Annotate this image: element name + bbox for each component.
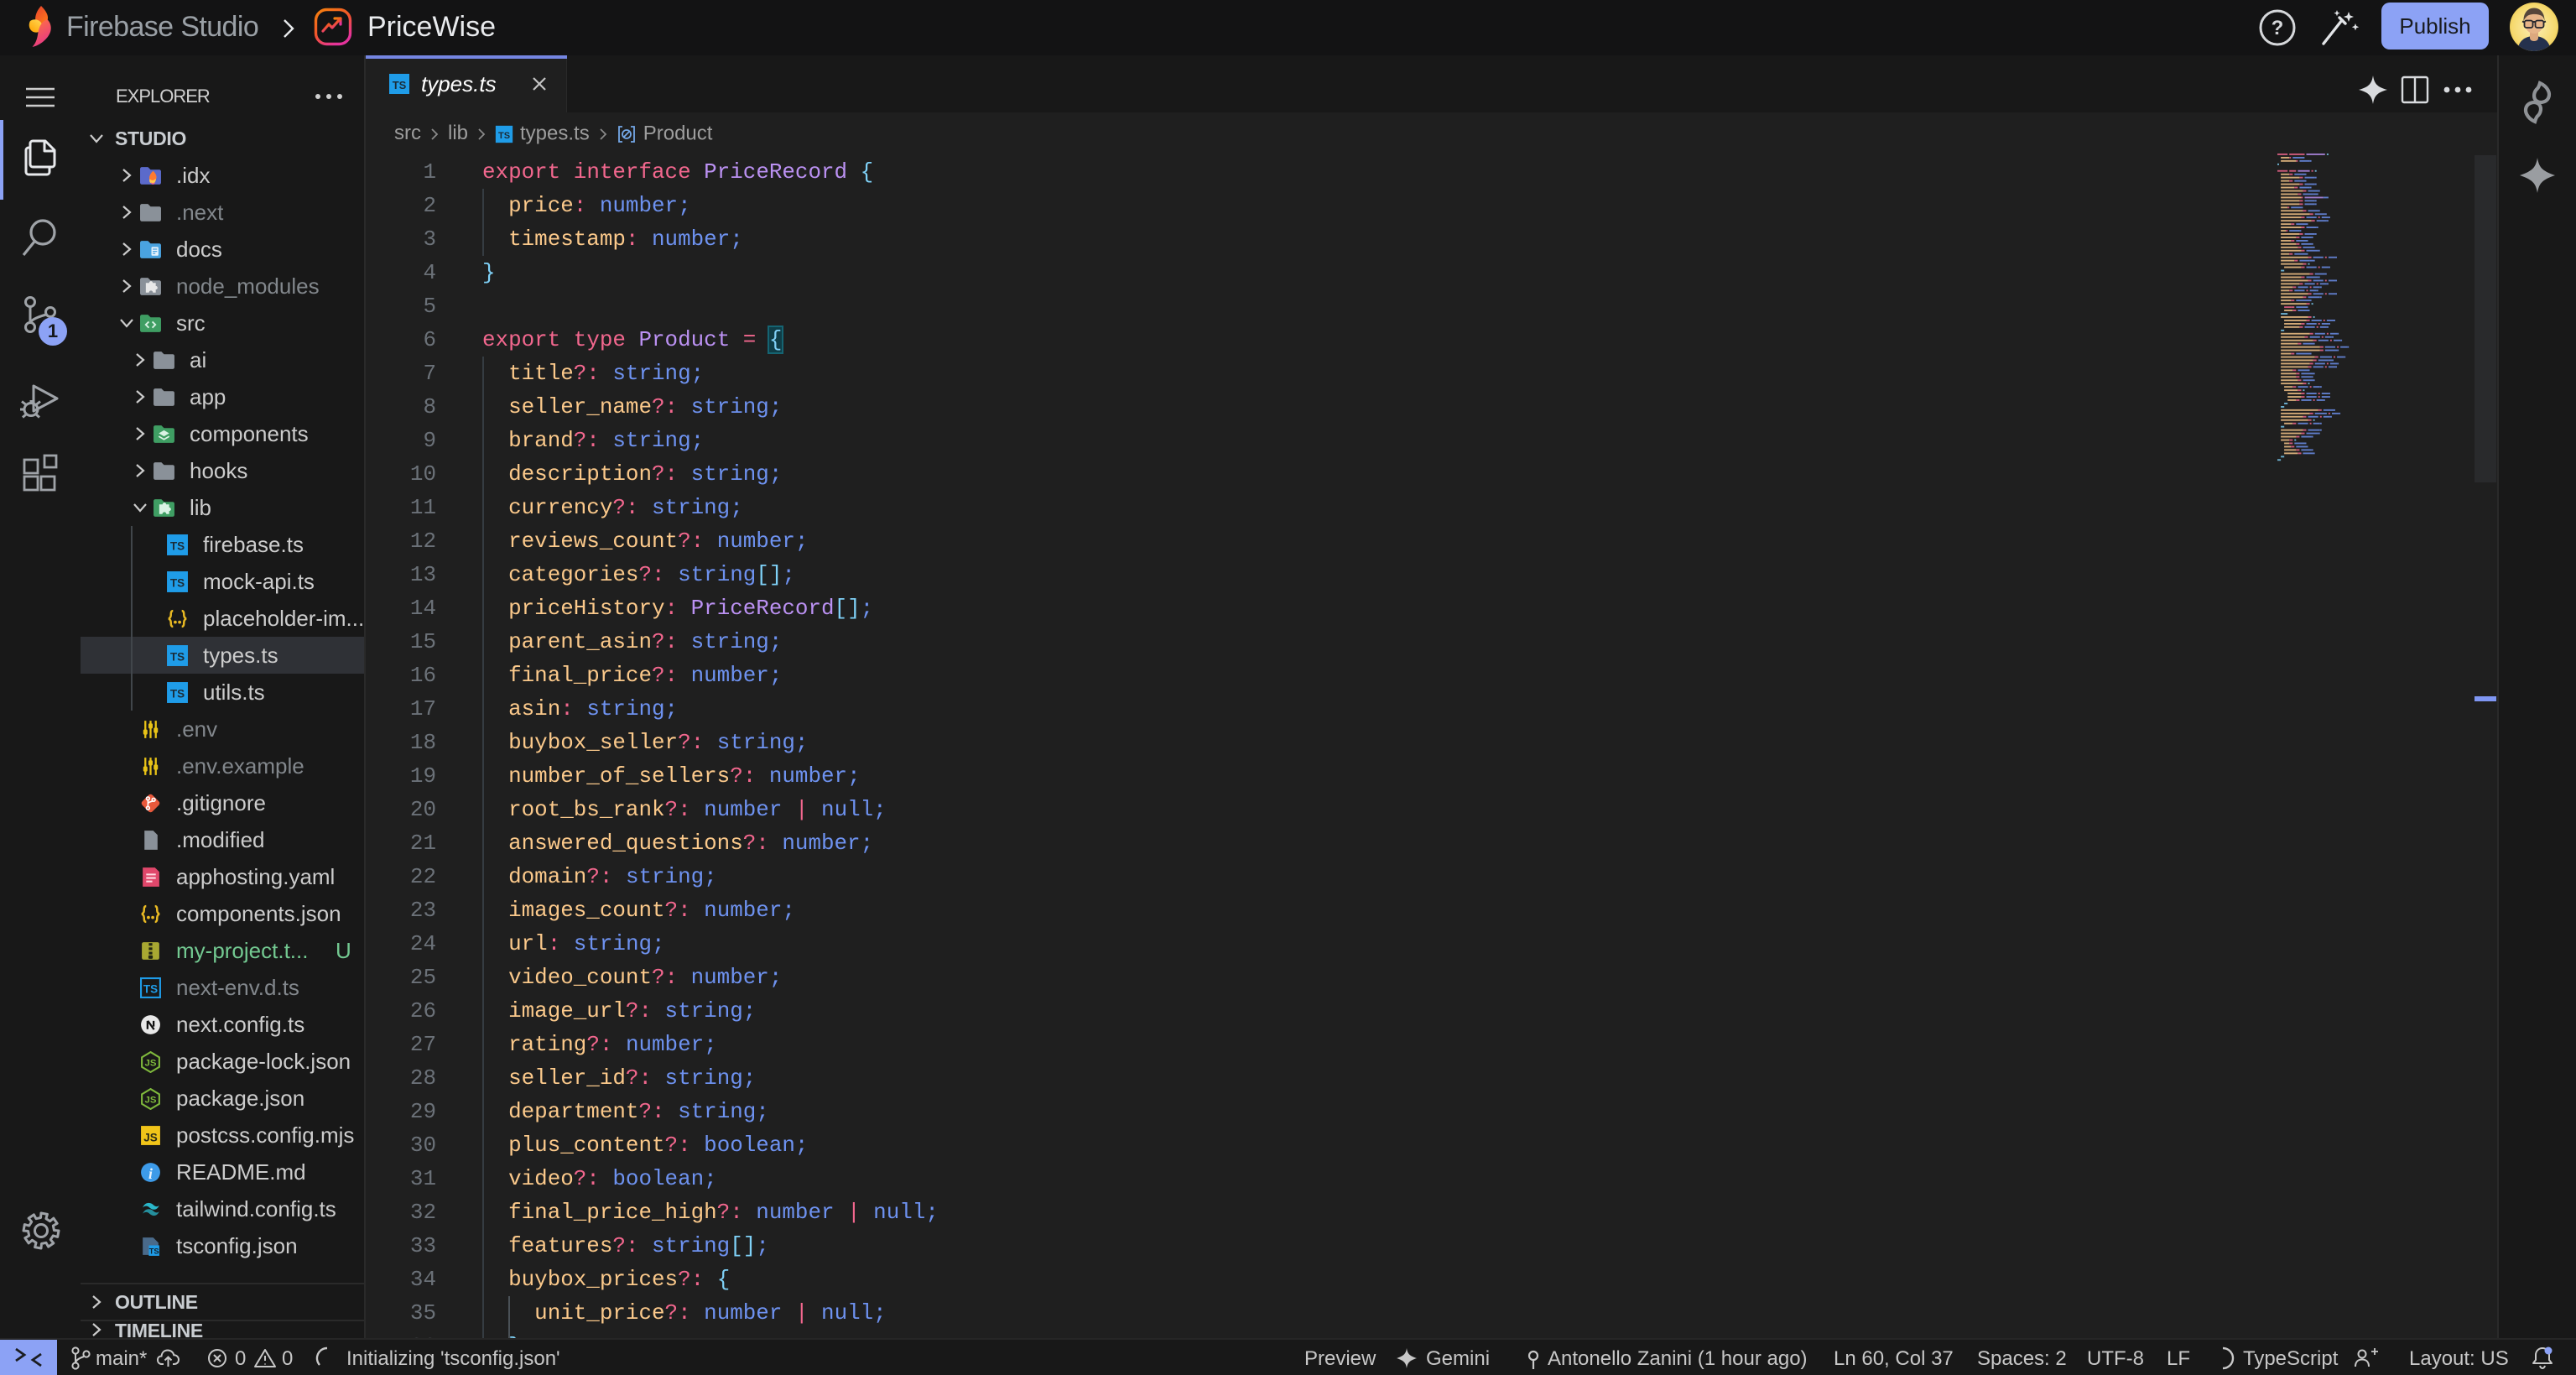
svg-text:TS: TS — [143, 983, 158, 996]
svg-text:TS: TS — [170, 540, 185, 553]
svg-text:TS: TS — [170, 651, 185, 664]
svg-text:JS: JS — [145, 1059, 157, 1069]
svg-text:TS: TS — [149, 1247, 159, 1255]
svg-text:JS: JS — [145, 1096, 157, 1106]
svg-text:TS: TS — [170, 688, 185, 701]
svg-text:JS: JS — [143, 1131, 158, 1143]
svg-text:TS: TS — [498, 131, 510, 141]
svg-text:i: i — [148, 1165, 153, 1182]
svg-text:TS: TS — [393, 79, 407, 91]
svg-text:?: ? — [2272, 17, 2284, 39]
svg-text:TS: TS — [170, 577, 185, 590]
